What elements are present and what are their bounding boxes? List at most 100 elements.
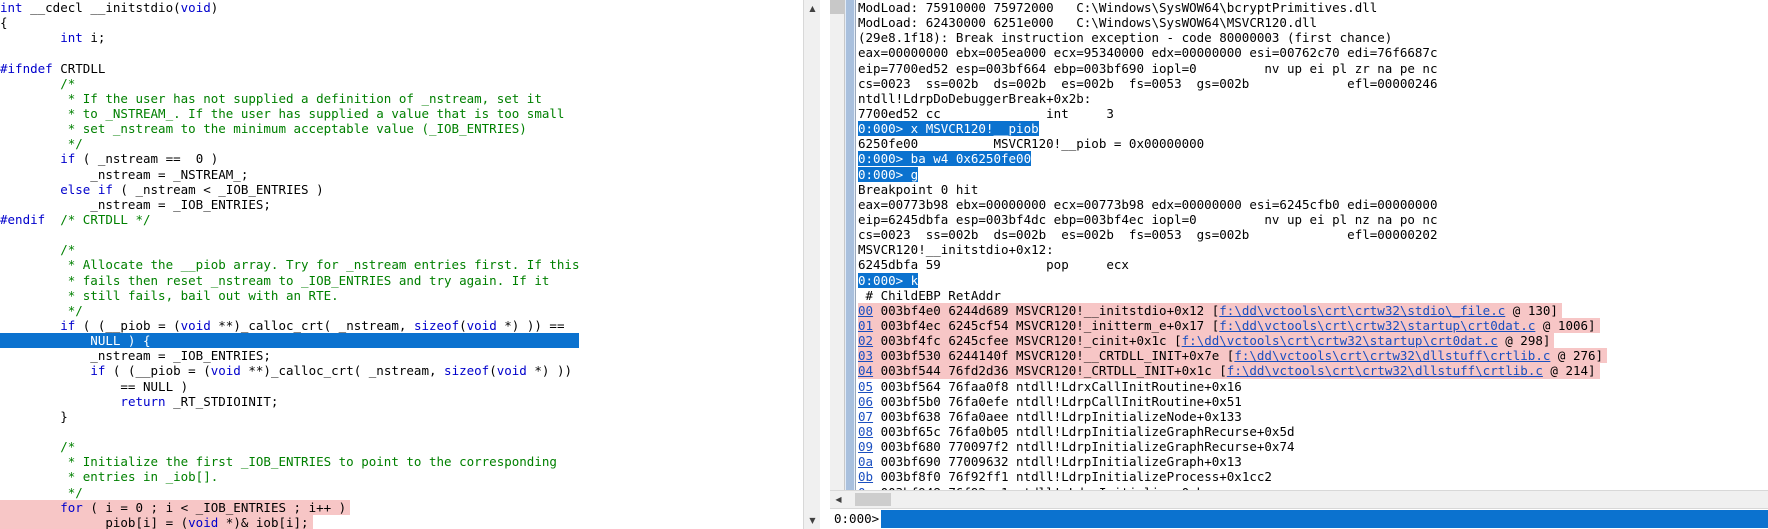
- frame-childebp: 003bf544: [873, 363, 941, 379]
- stack-frame-row[interactable]: 00 003bf4e0 6244d689 MSVCR120!__initstdi…: [858, 302, 1562, 318]
- code-line: #endif /* CRTDLL */: [0, 211, 151, 227]
- frame-source-bracket: [: [1219, 348, 1235, 364]
- stack-frame-row[interactable]: 01 003bf4ec 6245cf54 MSVCR120!_initterm_…: [858, 317, 1600, 334]
- debugger-output-line: ModLoad: 62430000 6251e000 C:\Windows\Sy…: [858, 15, 1318, 31]
- code-line: int __cdecl __initstdio(void): [0, 0, 219, 15]
- frame-source-bracket: [: [1204, 317, 1220, 333]
- frame-childebp: 003bf638: [873, 408, 941, 424]
- debugger-command-echo: 0:000> k: [858, 272, 1768, 288]
- code-line: #ifndef CRTDLL: [0, 60, 106, 76]
- frame-index[interactable]: 00: [858, 303, 873, 318]
- stack-frame-row[interactable]: 06 003bf5b0 76fa0efe ntdll!LdrpCallInitR…: [858, 394, 1768, 409]
- code-line: * If the user has not supplied a definit…: [67, 90, 542, 106]
- scroll-down-arrow-icon[interactable]: ▼: [804, 512, 820, 529]
- scrollbar-track[interactable]: [847, 491, 1768, 508]
- frame-index[interactable]: 09: [858, 439, 873, 454]
- debugger-pane: ModLoad: 75910000 75972000 C:\Windows\Sy…: [830, 0, 1768, 529]
- stack-frame-row[interactable]: 02 003bf4fc 6245cfee MSVCR120!_cinit+0x1…: [858, 333, 1555, 349]
- scrollbar-thumb[interactable]: [846, 0, 854, 490]
- stack-frame-row[interactable]: 09 003bf680 770097f2 ntdll!LdrpInitializ…: [858, 439, 1768, 454]
- stack-frame-row[interactable]: 03 003bf530 6244140f MSVCR120!__CRTDLL_I…: [858, 348, 1608, 364]
- stack-frame-row[interactable]: 0b 003bf8f0 76f92ff1 ntdll!LdrpInitializ…: [858, 469, 1768, 484]
- debugger-vertical-scrollbar[interactable]: [845, 0, 856, 490]
- frame-childebp: 003bf680: [873, 439, 941, 455]
- command-input[interactable]: [881, 510, 1768, 528]
- code-line: _nstream = _IOB_ENTRIES;: [0, 196, 271, 212]
- frame-source-line: @ 298]: [1497, 333, 1551, 349]
- frame-source-link[interactable]: f:\dd\vctools\crt\crtw32\startup\crt0dat…: [1182, 333, 1498, 348]
- scroll-up-arrow-icon[interactable]: ▲: [804, 0, 820, 17]
- code-line-breakpoint: __piob[i] = (void *)&_iob[i];: [0, 514, 313, 529]
- source-code-view[interactable]: int __cdecl __initstdio(void){ int i; #if…: [0, 0, 580, 529]
- code-line: */: [67, 136, 83, 152]
- code-line: * set _nstream to the minimum acceptable…: [67, 121, 527, 137]
- code-line: * to _NSTREAM_. If the user has supplied…: [67, 105, 565, 121]
- stack-frame-row[interactable]: 08 003bf65c 76fa0b05 ntdll!LdrpInitializ…: [858, 424, 1768, 439]
- code-line: */: [67, 484, 83, 500]
- frame-symbol: ntdll!LdrpInitializeGraphRecurse+0x5d: [1008, 423, 1295, 439]
- frame-index[interactable]: 03: [858, 348, 873, 363]
- stack-frame-row[interactable]: 07 003bf638 76fa0aee ntdll!LdrpInitializ…: [858, 409, 1768, 424]
- frame-index[interactable]: 0a: [858, 454, 873, 469]
- frame-retaddr: 770097f2: [940, 439, 1009, 455]
- source-vertical-scrollbar[interactable]: ▲ ▼: [803, 0, 820, 529]
- frame-index[interactable]: 08: [858, 424, 873, 439]
- code-line: _nstream = _NSTREAM_;: [0, 166, 249, 182]
- frame-childebp: 003bf690: [873, 454, 941, 470]
- code-line: int i;: [60, 30, 106, 46]
- debugger-output-line: 6250fe00 MSVCR120!__piob = 0x00000000: [858, 136, 1205, 152]
- frame-symbol: ntdll!LdrpInitializeNode+0x133: [1008, 408, 1242, 424]
- frame-index[interactable]: 06: [858, 394, 873, 409]
- frame-source-link[interactable]: f:\dd\vctools\crt\crtw32\dllstuff\crtlib…: [1234, 348, 1550, 363]
- debugger-horizontal-scrollbar[interactable]: ◀: [830, 490, 1768, 508]
- frame-retaddr: 76fd2d36: [940, 363, 1009, 379]
- frame-symbol: ntdll!LdrpInitializeGraph+0x13: [1008, 454, 1242, 470]
- debugger-command-echo: 0:000> x MSVCR120!__piob: [858, 121, 1768, 137]
- debugger-output-line: cs=0023 ss=002b ds=002b es=002b fs=0053 …: [858, 75, 1438, 91]
- code-line: else if ( _nstream < _IOB_ENTRIES ): [60, 181, 324, 197]
- frame-source-line: @ 1006]: [1535, 317, 1596, 333]
- frame-index[interactable]: 04: [858, 363, 873, 378]
- code-line: if ( (__piob = (void **)_calloc_crt( _ns…: [60, 317, 565, 333]
- frame-childebp: 003bf564: [873, 378, 941, 394]
- gutter-top-box: [830, 0, 844, 14]
- frame-source-line: @ 130]: [1505, 302, 1558, 318]
- frame-index[interactable]: 05: [858, 379, 873, 394]
- frame-source-link[interactable]: f:\dd\vctools\crt\crtw32\dllstuff\crtlib…: [1227, 363, 1543, 378]
- frame-retaddr: 76f92ff1: [940, 469, 1009, 485]
- frame-source-bracket: [: [1211, 363, 1227, 379]
- frame-index[interactable]: 01: [858, 318, 873, 333]
- stack-frame-row[interactable]: 04 003bf544 76fd2d36 MSVCR120!_CRTDLL_IN…: [858, 363, 1600, 379]
- frame-index[interactable]: 0b: [858, 469, 873, 484]
- frame-symbol: MSVCR120!_cinit+0x1c: [1008, 333, 1167, 349]
- debugger-output-line: ntdll!LdrpDoDebuggerBreak+0x2b:: [858, 90, 1092, 106]
- frame-childebp: 003bf530: [873, 348, 941, 364]
- command-prompt-label: 0:000>: [830, 509, 882, 529]
- debugger-output-line: Breakpoint 0 hit: [858, 181, 979, 197]
- debugger-output-text[interactable]: ModLoad: 75910000 75972000 C:\Windows\Sy…: [856, 0, 1768, 490]
- frame-index[interactable]: 07: [858, 409, 873, 424]
- code-line: /*: [60, 439, 76, 455]
- scroll-left-arrow-icon[interactable]: ◀: [830, 491, 847, 508]
- pane-divider[interactable]: [820, 0, 830, 529]
- frame-source-link[interactable]: f:\dd\vctools\crt\crtw32\stdio\_file.c: [1219, 303, 1505, 318]
- frame-symbol: MSVCR120!_CRTDLL_INIT+0x1c: [1008, 363, 1212, 379]
- stack-frame-row[interactable]: 05 003bf564 76faa0f8 ntdll!LdrxCallInitR…: [858, 379, 1768, 394]
- code-line: NULL ) {: [0, 333, 580, 349]
- windbg-window: int __cdecl __initstdio(void){ int i; #if…: [0, 0, 1768, 529]
- frame-source-line: @ 214]: [1542, 363, 1596, 379]
- frame-source-link[interactable]: f:\dd\vctools\crt\crtw32\startup\crt0dat…: [1219, 318, 1535, 333]
- frame-index[interactable]: 02: [858, 333, 873, 348]
- debugger-output-line: MSVCR120!__initstdio+0x12:: [858, 242, 1054, 258]
- frame-retaddr: 6244140f: [940, 348, 1009, 364]
- code-line: /*: [60, 75, 76, 91]
- scrollbar-thumb[interactable]: [855, 493, 891, 506]
- debugger-output-line: eax=00773b98 ebx=00000000 ecx=00773b98 e…: [858, 196, 1438, 212]
- code-line: if ( (__piob = (void **)_calloc_crt( _ns…: [90, 363, 572, 379]
- stack-frame-row[interactable]: 0a 003bf690 77009632 ntdll!LdrpInitializ…: [858, 454, 1768, 469]
- command-text: 0:000> k: [858, 272, 919, 288]
- debugger-output-line: eip=7700ed52 esp=003bf664 ebp=003bf690 i…: [858, 60, 1438, 76]
- debugger-body: ModLoad: 75910000 75972000 C:\Windows\Sy…: [830, 0, 1768, 490]
- frame-symbol: MSVCR120!__CRTDLL_INIT+0x7e: [1008, 348, 1220, 364]
